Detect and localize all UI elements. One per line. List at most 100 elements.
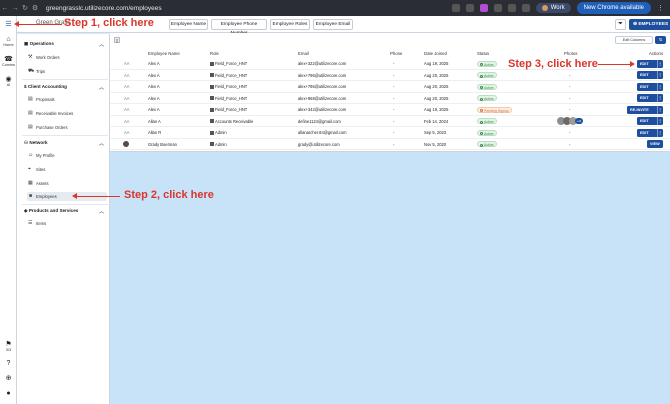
profile-button[interactable]: Work: [535, 3, 571, 13]
role-cell: Field_Force_HNT: [210, 81, 247, 92]
rail-item-user[interactable]: ●: [0, 390, 17, 397]
table-row[interactable]: AA Alex A Field_Force_HNT alex+796@utilizec…: [110, 70, 670, 81]
address-bar[interactable]: greengrasslc.utilizecore.com/employees: [46, 5, 162, 12]
email: alex+968@utilizecore.com: [298, 95, 347, 101]
table-row[interactable]: AA Alex A Field_Force_HNT alex+968@utilizec…: [110, 93, 670, 104]
header-employee-name[interactable]: Employee Name: [148, 51, 180, 56]
more-options-icon[interactable]: ⋮: [657, 82, 662, 91]
header-email[interactable]: Email: [298, 51, 309, 56]
tab-employee-email[interactable]: Employee Email: [313, 19, 353, 30]
sidebar-item-purchase-orders[interactable]: ▤ Purchase Orders: [27, 123, 107, 132]
role-label: Accounts Receivable: [215, 118, 254, 124]
sidebar-item-proposals[interactable]: ▤ Proposals: [27, 95, 107, 104]
table-row[interactable]: AA Allan A Accounts Receivable define1124@g…: [110, 116, 670, 127]
zoom-icon[interactable]: [451, 4, 460, 12]
rail-item-tasks[interactable]: ⚑ 3/3: [0, 341, 17, 352]
avatar: [541, 5, 548, 11]
rail-item-comms[interactable]: ☎ Comms: [0, 56, 17, 67]
header-date-joined[interactable]: Date Joined: [424, 51, 447, 56]
action-edit-button[interactable]: EDIT ⋮: [637, 117, 663, 125]
table-row[interactable]: AA Alex A Field_Force_HNT alex+342@utilizec…: [110, 104, 670, 116]
phone: -: [393, 130, 395, 135]
more-photos-badge[interactable]: +11: [575, 118, 583, 124]
sidebar-section-client-accounting[interactable]: $ Client Accounting ︿: [24, 84, 108, 91]
more-options-icon[interactable]: ⋮: [657, 59, 662, 68]
flag-icon: ⚑: [5, 341, 12, 348]
more-options-icon[interactable]: ⋮: [657, 105, 662, 114]
bookmark-star-icon[interactable]: [465, 4, 474, 12]
rail-item-add[interactable]: ⊕: [0, 375, 17, 382]
role-icon: [210, 61, 214, 66]
extension-icon[interactable]: [493, 4, 502, 12]
header-photos[interactable]: Photos: [564, 51, 577, 56]
employee-name[interactable]: Alex A: [148, 104, 160, 115]
sidebar-item-items[interactable]: ☰ Items: [27, 219, 107, 228]
chrome-update-button[interactable]: New Chrome available: [576, 2, 651, 14]
header-role[interactable]: Role: [210, 51, 219, 56]
table-row[interactable]: Grady Boerman Admin grady@utilizecore.com -…: [110, 139, 670, 150]
action-view-button[interactable]: VIEW: [647, 140, 663, 148]
action-edit-button[interactable]: EDIT ⋮: [637, 94, 663, 102]
site-info-icon[interactable]: ⚙: [30, 4, 40, 12]
employee-name[interactable]: Alex A: [148, 70, 160, 81]
sidebar-section-network[interactable]: ⚇ Network ︿: [24, 140, 108, 147]
employees-dropdown-button[interactable]: ⊕ EMPLOYEES▾: [629, 19, 670, 30]
sidebar-item-my-profile[interactable]: ☺ My Profile: [27, 151, 107, 160]
more-options-icon[interactable]: ⋮: [657, 71, 662, 79]
more-options-icon[interactable]: ⋮: [657, 94, 662, 102]
avatar-initials: AA: [124, 95, 130, 101]
sidebar-item-label: Work Orders: [36, 55, 60, 60]
role-cell: Field_Force_HNT: [210, 93, 247, 104]
forward-icon[interactable]: →: [10, 5, 20, 12]
sidebar-item-receivable-invoices[interactable]: ▤ Receivable Invoices: [27, 109, 107, 118]
rail-item-help[interactable]: ?: [0, 360, 17, 367]
header-phone[interactable]: Phone: [390, 51, 402, 56]
more-options-icon[interactable]: ⋮: [657, 117, 662, 125]
action-re-invite-button[interactable]: RE-INVITE ⋮: [627, 105, 663, 114]
email: define1124@gmail.com: [298, 118, 341, 124]
action-edit-button[interactable]: EDIT ⋮: [637, 59, 663, 68]
action-label: EDIT: [640, 73, 649, 77]
header-actions[interactable]: Actions: [649, 51, 663, 56]
action-edit-button[interactable]: EDIT ⋮: [637, 82, 663, 91]
avatar-initials: AA: [124, 118, 130, 124]
table-row[interactable]: AA Allan R Admin allanarcher.84@gmail.com - S…: [110, 127, 670, 139]
more-icon[interactable]: ⋮: [657, 4, 664, 12]
tab-employee-roles[interactable]: Employee Roles: [270, 19, 310, 30]
edit-columns-button[interactable]: Edit Columns: [615, 36, 653, 44]
tab-employee-phone[interactable]: Employee Phone Number: [211, 19, 267, 36]
column-menu-icon[interactable]: ⇅: [655, 36, 666, 44]
role-icon: [210, 73, 214, 78]
collapse-icon[interactable]: ▯: [114, 37, 120, 43]
sidebar: ▣ Operations ︿ ⚒ Work Orders ⛟ Trips $ Clie…: [17, 34, 110, 404]
rail-item-ai[interactable]: ◉ AI: [0, 76, 17, 87]
employee-name[interactable]: Alex A: [148, 93, 160, 104]
extensions-puzzle-icon[interactable]: [507, 4, 516, 12]
phone: -: [393, 107, 395, 112]
employee-name[interactable]: Allan A: [148, 116, 161, 127]
sidebar-section-products-services[interactable]: ◈ Products and Services ︿: [24, 208, 108, 215]
tab-employee-name[interactable]: Employee Name: [169, 19, 208, 30]
back-icon[interactable]: ←: [0, 5, 10, 12]
action-edit-button[interactable]: EDIT ⋮: [637, 71, 663, 79]
rail-item-home[interactable]: ⌂ Home: [0, 36, 17, 47]
photos: -: [569, 107, 571, 112]
header-status[interactable]: Status: [477, 51, 489, 56]
employee-name[interactable]: Allan R: [148, 127, 161, 138]
check-circle-icon: [479, 143, 483, 147]
sidebar-section-operations[interactable]: ▣ Operations ︿: [24, 41, 108, 48]
extension-icon[interactable]: [479, 4, 488, 12]
employee-name[interactable]: Grady Boerman: [148, 139, 177, 150]
reload-icon[interactable]: ↻: [20, 4, 30, 12]
filter-icon[interactable]: ⏷: [615, 19, 626, 30]
employee-name[interactable]: Alex A: [148, 58, 160, 69]
table-row[interactable]: AA Alex A Field_Force_HNT alex+786@utilizec…: [110, 81, 670, 93]
action-edit-button[interactable]: EDIT ⋮: [637, 128, 663, 137]
sidebar-item-assets[interactable]: ▦ Assets: [27, 179, 107, 188]
more-options-icon[interactable]: ⋮: [657, 128, 662, 137]
sidebar-item-sites[interactable]: ⌖ Sites: [27, 165, 107, 174]
sidebar-item-trips[interactable]: ⛟ Trips: [27, 67, 107, 76]
sidebar-item-work-orders[interactable]: ⚒ Work Orders: [27, 53, 107, 62]
employee-name[interactable]: Alex A: [148, 81, 160, 92]
sidebar-icon[interactable]: [521, 4, 530, 12]
